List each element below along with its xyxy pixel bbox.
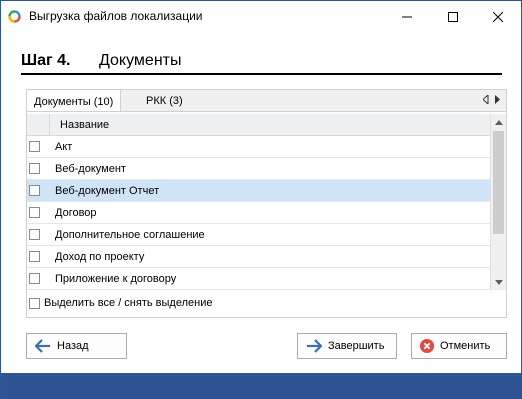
row-checkbox[interactable] <box>29 207 40 218</box>
tab-documents[interactable]: Документы (10) <box>27 90 122 113</box>
row-label: Дополнительное соглашение <box>55 229 205 241</box>
documents-grid: Название Акт Веб-документ Веб-документ О… <box>27 114 490 290</box>
tab-scroll-arrows <box>483 95 500 104</box>
select-all-checkbox[interactable] <box>29 297 40 309</box>
scroll-down-icon <box>495 279 503 285</box>
back-button[interactable]: Назад <box>26 333 127 359</box>
scrollbar-thumb[interactable] <box>493 131 504 234</box>
maximize-button[interactable] <box>430 1 476 32</box>
row-checkbox[interactable] <box>29 141 40 152</box>
row-checkbox[interactable] <box>29 163 40 174</box>
tab-strip: Документы (10) РКК (3) <box>26 89 507 113</box>
row-label: Веб-документ Отчет <box>55 185 160 197</box>
maximize-icon <box>448 11 458 22</box>
step-number: Шаг 4. <box>21 52 71 69</box>
tab-scroll-right-icon[interactable] <box>494 95 500 104</box>
documents-panel: Название Акт Веб-документ Веб-документ О… <box>26 111 507 318</box>
row-label: Веб-документ <box>55 163 126 175</box>
row-label: Договор <box>55 207 97 219</box>
row-checkbox[interactable] <box>29 185 40 196</box>
table-row[interactable]: Дополнительное соглашение <box>27 224 490 246</box>
scroll-up-button[interactable] <box>491 114 507 130</box>
export-localization-window: Выгрузка файлов локализации Шаг 4. Докум… <box>0 0 522 399</box>
table-row[interactable]: Приложение к договору <box>27 268 490 290</box>
select-all-toggle[interactable]: Выделить все / снять выделение <box>29 297 212 309</box>
column-header-name[interactable]: Название <box>60 119 109 131</box>
tab-rkk[interactable]: РКК (3) <box>139 90 190 112</box>
minimize-icon <box>402 16 412 17</box>
minimize-button[interactable] <box>384 1 430 32</box>
table-row[interactable]: Акт <box>27 136 490 158</box>
row-label: Акт <box>55 141 73 153</box>
cancel-button-label: Отменить <box>440 340 491 352</box>
row-checkbox[interactable] <box>29 229 40 240</box>
table-row-selected[interactable]: Веб-документ Отчет <box>27 180 490 202</box>
title-bar[interactable]: Выгрузка файлов локализации <box>1 1 521 32</box>
row-label: Приложение к договору <box>55 273 177 285</box>
finish-button[interactable]: Завершить <box>297 333 397 359</box>
select-all-label: Выделить все / снять выделение <box>44 297 213 309</box>
step-title: Документы <box>99 52 182 69</box>
row-label: Доход по проекту <box>55 251 145 263</box>
bottom-accent-bar <box>1 373 521 399</box>
cancel-button[interactable]: Отменить <box>411 333 507 359</box>
close-icon <box>493 11 503 22</box>
arrow-right-icon <box>307 339 322 353</box>
row-checkbox[interactable] <box>29 251 40 262</box>
scroll-up-icon <box>495 119 503 125</box>
scroll-down-button[interactable] <box>491 274 507 290</box>
tab-scroll-left-icon[interactable] <box>483 95 489 104</box>
back-button-label: Назад <box>57 340 89 352</box>
arrow-left-icon <box>35 339 50 353</box>
table-row[interactable]: Договор <box>27 202 490 224</box>
app-logo-icon <box>8 10 21 23</box>
finish-button-label: Завершить <box>328 340 385 352</box>
table-row[interactable]: Веб-документ <box>27 158 490 180</box>
window-title: Выгрузка файлов локализации <box>29 9 203 23</box>
grid-header-check-column <box>27 114 50 136</box>
grid-vertical-scrollbar[interactable] <box>490 114 506 290</box>
step-header: Шаг 4. Документы <box>21 50 502 75</box>
close-button[interactable] <box>475 1 521 32</box>
cancel-circle-icon <box>420 339 434 353</box>
grid-header: Название <box>27 114 490 136</box>
table-row[interactable]: Доход по проекту <box>27 246 490 268</box>
row-checkbox[interactable] <box>29 273 40 284</box>
